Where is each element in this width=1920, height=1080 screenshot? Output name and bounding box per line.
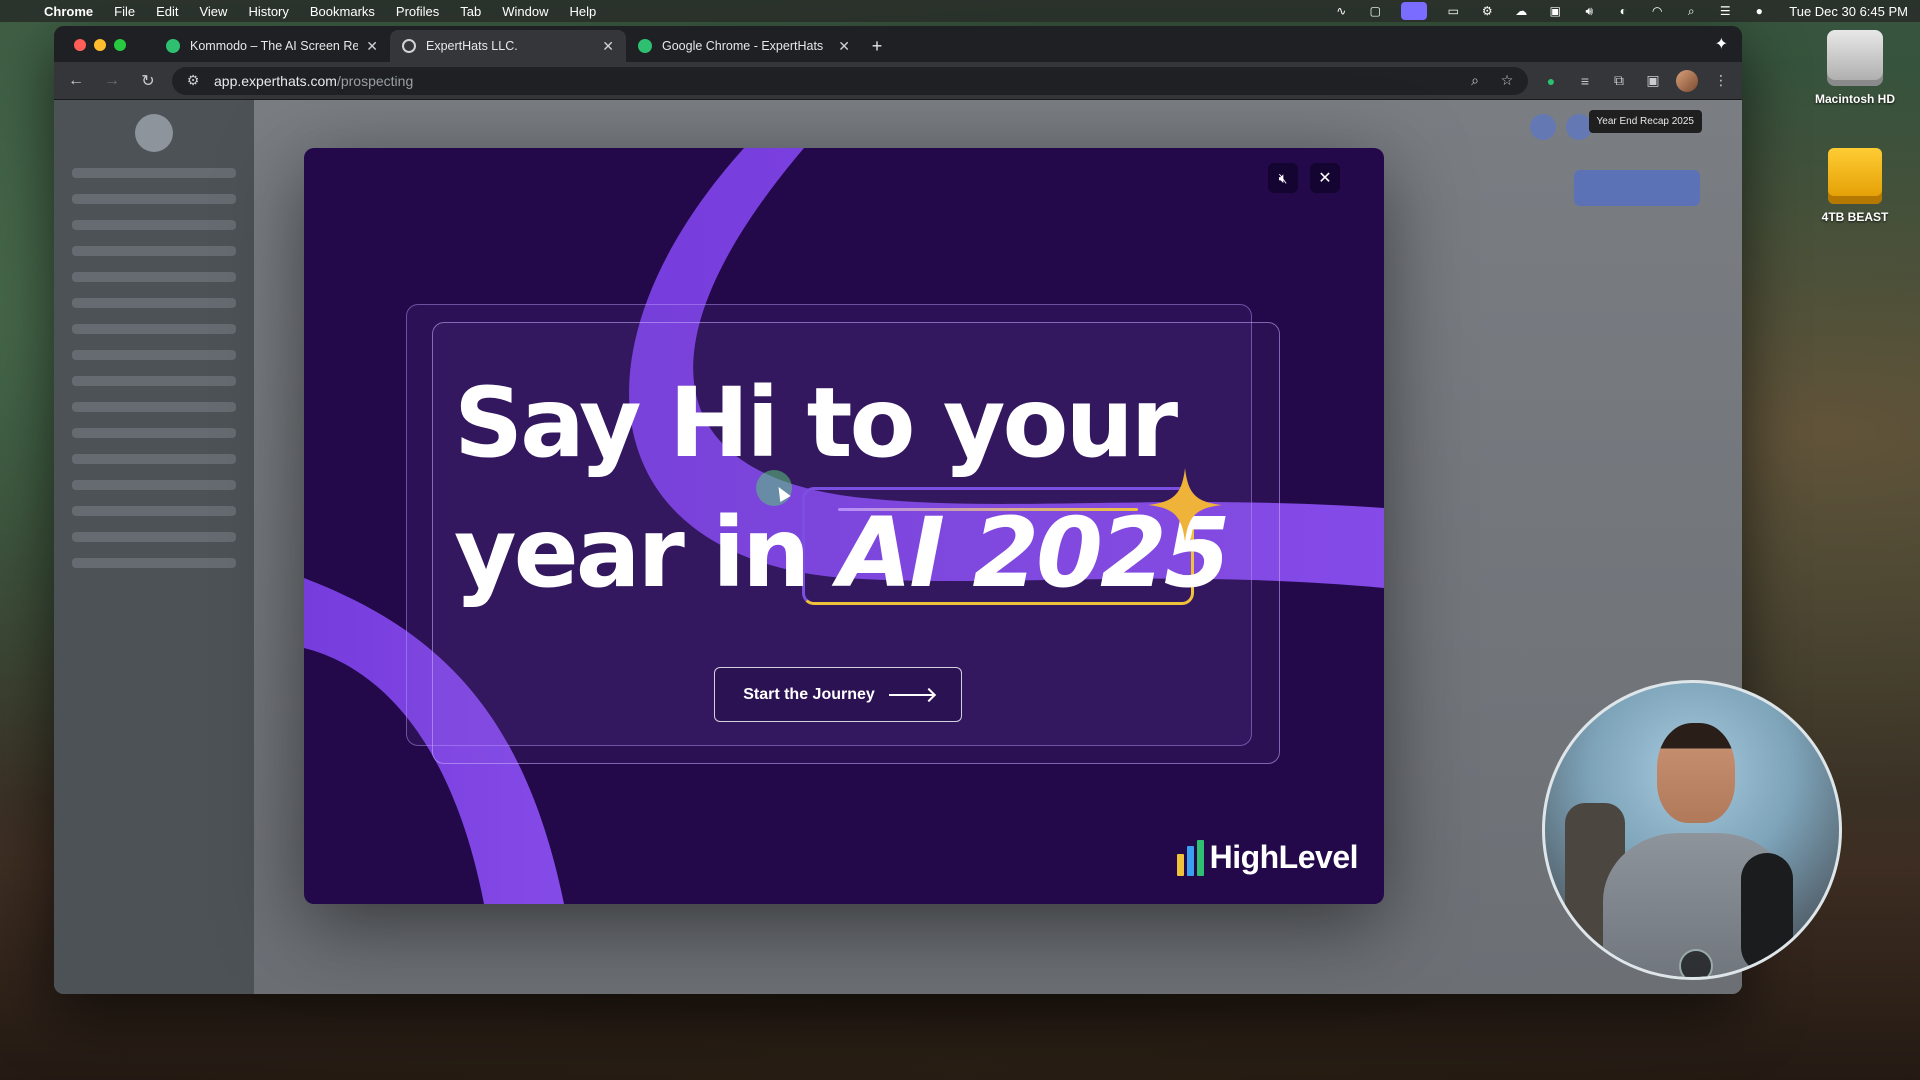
control-center-icon[interactable]: ☰ [1717,4,1733,18]
macos-menu-bar: Chrome File Edit View History Bookmarks … [0,0,1920,22]
sparkle-icon [1148,468,1222,542]
volume-icon[interactable]: 🔊︎ [1581,4,1597,18]
close-icon[interactable]: ✕ [366,38,378,55]
screen-capture-icon[interactable]: ▣ [1642,70,1664,92]
arrow-right-icon [888,693,933,696]
cta-label: Start the Journey [743,685,875,703]
caption-icon[interactable]: ▭ [1445,4,1461,18]
url-host: app.experthats.com [214,72,337,89]
tab-google-chrome[interactable]: Google Chrome - ExpertHats ✕ [626,30,862,62]
headline-line-1: Say Hi to your [454,367,1178,479]
browser-toolbar: ← → ↻ ⚙ app.experthats.com/prospecting ⌕… [54,62,1742,100]
hard-drive-icon [1827,30,1883,86]
app-logo [135,114,173,152]
menu-edit[interactable]: Edit [156,4,178,19]
menu-history[interactable]: History [248,4,288,19]
close-icon[interactable]: ✕ [602,38,614,55]
vpn-icon[interactable]: ◐ [1615,4,1631,18]
gemini-icon[interactable]: ✦ [1715,34,1728,54]
desktop-icon-label: Macintosh HD [1814,92,1895,106]
menu-file[interactable]: File [114,4,135,19]
cloud-icon[interactable]: ☁ [1513,4,1529,18]
tab-title: ExpertHats LLC. [426,39,518,53]
close-window-button[interactable] [74,39,86,51]
menu-app-name[interactable]: Chrome [44,4,93,19]
profile-avatar[interactable] [1676,69,1698,92]
tab-title: Google Chrome - ExpertHats [662,39,824,53]
presenter-face [1657,723,1735,823]
bookmark-star-icon[interactable]: ☆ [1496,70,1518,92]
minimize-window-button[interactable] [94,39,106,51]
zoom-icon[interactable]: ⌕ [1464,70,1486,92]
address-bar[interactable]: ⚙ app.experthats.com/prospecting ⌕ ☆ [172,66,1528,95]
gear-icon[interactable]: ⚙ [1479,4,1495,18]
close-modal-button[interactable]: ✕ [1310,163,1340,193]
start-journey-button[interactable]: Start the Journey [714,667,962,722]
microphone-icon [1741,853,1793,973]
filter-extension-icon[interactable]: ≡ [1574,70,1596,92]
screen-share-icon[interactable] [1401,2,1428,20]
wifi-icon[interactable]: ◠ [1649,4,1665,18]
menubar-clock[interactable]: Tue Dec 30 6:45 PM [1789,4,1908,19]
tooltip: Year End Recap 2025 [1588,110,1702,133]
desktop-icon-label: 4TB BEAST [1821,210,1889,224]
webcam-control-button[interactable] [1679,949,1713,977]
app-sidebar [54,100,254,994]
url-path: /prospecting [336,72,414,89]
search-icon[interactable]: ⌕ [1683,4,1699,18]
menu-profiles[interactable]: Profiles [396,4,439,19]
headline-line-2: year in AI 2025 [454,488,1231,618]
window-icon[interactable]: ▢ [1367,4,1383,18]
siri-icon[interactable]: ● [1751,4,1767,18]
year-recap-modal: Say Hi to your year in AI 2025 🔇︎ ✕ Star… [304,148,1384,904]
menu-help[interactable]: Help [570,4,597,19]
kommodo-favicon [166,39,180,53]
site-info-icon[interactable]: ⚙ [182,70,204,92]
puzzle-extensions-icon[interactable]: ⧉ [1608,70,1630,92]
apple-icon[interactable] [12,3,26,19]
kebab-menu-icon[interactable]: ⋮ [1710,70,1732,92]
primary-action-button-dimmed [1574,170,1700,206]
menu-view[interactable]: View [199,4,227,19]
display-icon[interactable]: ▣ [1547,4,1563,18]
tab-title: Kommodo – The AI Screen Re [190,39,359,53]
window-controls [74,39,126,51]
modal-headline: Say Hi to your year in AI 2025 [454,358,1231,618]
menu-window[interactable]: Window [502,4,548,19]
menu-tab[interactable]: Tab [460,4,481,19]
webcam-bubble[interactable] [1542,680,1842,980]
squiggle-icon[interactable]: ∿ [1333,4,1349,18]
mute-button[interactable]: 🔇︎ [1268,163,1298,193]
close-icon: ✕ [1318,170,1332,187]
external-drive-icon [1828,148,1882,204]
back-icon[interactable]: ← [64,69,88,93]
globe-favicon [402,39,416,53]
desktop-icon-macintosh-hd[interactable]: Macintosh HD [1800,30,1910,106]
highlevel-mark-icon [1176,839,1204,876]
desktop-icon-4tb-beast[interactable]: 4TB BEAST [1800,148,1910,224]
forward-icon[interactable]: → [100,69,124,93]
close-icon[interactable]: ✕ [838,38,850,55]
menu-bookmarks[interactable]: Bookmarks [310,4,375,19]
headline-prefix: year in [454,497,810,609]
speaker-muted-icon: 🔇︎ [1278,169,1288,186]
tab-kommodo[interactable]: Kommodo – The AI Screen Re ✕ [154,30,390,62]
highlevel-logo: HighLevel [1176,839,1359,876]
reload-icon[interactable]: ↻ [136,69,160,93]
tab-strip: Kommodo – The AI Screen Re ✕ ExpertHats … [54,26,1742,62]
brand-name: HighLevel [1209,839,1359,875]
zoom-window-button[interactable] [114,39,126,51]
new-tab-button[interactable]: + [862,30,892,62]
extension-green-icon[interactable]: ● [1540,70,1562,92]
chrome-favicon [638,39,652,53]
tab-experthats[interactable]: ExpertHats LLC. ✕ [390,30,626,62]
